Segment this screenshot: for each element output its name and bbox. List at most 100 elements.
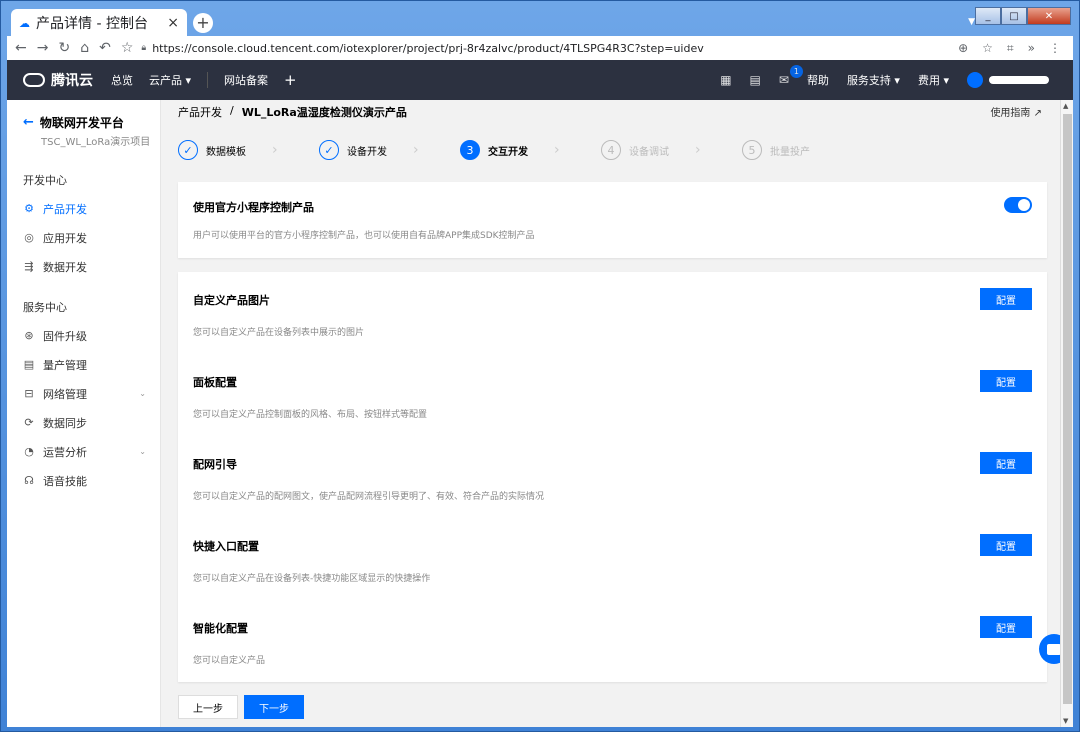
step-label: 设备开发 <box>347 146 387 158</box>
sidebar-item-label: 数据开发 <box>43 260 87 274</box>
chevron-right-icon: › <box>272 142 278 158</box>
new-tab-button[interactable]: + <box>193 13 213 33</box>
bookmark-star-icon[interactable]: ☆ <box>121 40 134 56</box>
step-device-debug[interactable]: 4 设备调试 › <box>601 140 742 160</box>
section-shortcut: 快捷入口配置 您可以自定义产品在设备列表-快捷功能区域显示的快捷操作 配置 <box>193 518 1032 600</box>
crop-icon[interactable]: ⌗ <box>1007 41 1014 56</box>
browser-tab[interactable]: ☁ 产品详情 - 控制台 × <box>11 9 187 37</box>
configure-button[interactable]: 配置 <box>980 616 1032 638</box>
close-tab-icon[interactable]: × <box>167 15 179 31</box>
section-title: 自定义产品图片 <box>193 294 270 307</box>
window-controls: _ □ ✕ <box>975 7 1071 25</box>
config-card: 自定义产品图片 您可以自定义产品在设备列表中展示的图片 配置 面板配置 您可以自… <box>178 272 1047 682</box>
chevron-right-icon: › <box>413 142 419 158</box>
lock-icon: 🔒︎ <box>141 43 147 53</box>
tab-menu-icon[interactable]: ▼ <box>968 17 975 27</box>
sidebar-item-product-dev[interactable]: ⚙ 产品开发 <box>7 194 160 223</box>
step-number: 5 <box>742 140 762 160</box>
step-mass-production[interactable]: 5 批量投产 <box>742 140 883 160</box>
console-header: 腾讯云 总览 云产品 ▾ 网站备案 + ▦ ▤ ✉ 1 帮助 服务支持 ▾ 费用 … <box>7 60 1073 100</box>
mini-program-toggle[interactable] <box>1004 197 1032 213</box>
firmware-icon: ⊛ <box>24 329 34 342</box>
configure-button[interactable]: 配置 <box>980 534 1032 556</box>
scroll-down-icon[interactable]: ▼ <box>1063 717 1068 725</box>
mail-icon[interactable]: ✉ 1 <box>779 65 803 87</box>
page-scrollbar[interactable]: ▲ ▼ <box>1060 100 1073 727</box>
star-icon[interactable]: ☆ <box>982 41 993 56</box>
step-label: 设备调试 <box>629 146 669 158</box>
main-content: 产品开发 / WL_LoRa温湿度检测仪演示产品 使用指南 ↗ ✓ 数据模板 ›… <box>162 100 1060 727</box>
user-menu[interactable] <box>967 72 1049 88</box>
sidebar-item-batch[interactable]: ▤ 量产管理 <box>7 350 160 379</box>
configure-button[interactable]: 配置 <box>980 288 1032 310</box>
gear-icon: ⚙ <box>24 202 34 215</box>
help-link[interactable]: 帮助 <box>807 72 829 88</box>
sidebar-item-analytics[interactable]: ◔ 运营分析 ⌄ <box>7 437 160 466</box>
configure-button[interactable]: 配置 <box>980 370 1032 392</box>
sidebar-item-label: 固件升级 <box>43 329 87 343</box>
step-footer: 上一步 下一步 <box>178 695 304 719</box>
reload-icon[interactable]: ↻ <box>58 40 70 56</box>
back-arrow-icon: ← <box>23 115 34 130</box>
support-menu[interactable]: 服务支持 ▾ <box>847 72 900 88</box>
sidebar-item-firmware[interactable]: ⊛ 固件升级 <box>7 321 160 350</box>
project-name: TSC_WL_LoRa演示项目 <box>41 137 151 148</box>
step-data-template[interactable]: ✓ 数据模板 › <box>178 140 319 160</box>
step-device-dev[interactable]: ✓ 设备开发 › <box>319 140 460 160</box>
mini-program-desc: 用户可以使用平台的官方小程序控制产品，也可以使用自有品牌APP集成SDK控制产品 <box>193 231 535 241</box>
brand-name: 腾讯云 <box>51 73 93 89</box>
group-dev-center: 开发中心 <box>23 174 67 187</box>
step-progress: ✓ 数据模板 › ✓ 设备开发 › 3 交互开发 › 4 设备调试 › 5 批量… <box>178 140 883 160</box>
mini-program-title: 使用官方小程序控制产品 <box>193 201 314 214</box>
guide-link[interactable]: 使用指南 ↗ <box>990 104 1042 119</box>
step-number: 4 <box>601 140 621 160</box>
platform-back-link[interactable]: ← 物联网开发平台 <box>7 100 160 131</box>
section-product-image: 自定义产品图片 您可以自定义产品在设备列表中展示的图片 配置 <box>193 272 1032 354</box>
prev-step-button[interactable]: 上一步 <box>178 695 238 719</box>
document-icon[interactable]: ▤ <box>750 73 761 87</box>
home-icon[interactable]: ⌂ <box>80 40 89 56</box>
address-bar: ← → ↻ ⌂ ↶ ☆ 🔒︎ https://console.cloud.ten… <box>7 36 1073 60</box>
chevron-down-icon: ⌄ <box>139 389 146 398</box>
undo-icon[interactable]: ↶ <box>99 40 111 56</box>
sidebar-item-network[interactable]: ⊟ 网络管理 ⌄ <box>7 379 160 408</box>
sidebar-item-voice[interactable]: ☊ 语音技能 <box>7 466 160 495</box>
scroll-up-icon[interactable]: ▲ <box>1063 102 1068 110</box>
breadcrumb-root[interactable]: 产品开发 <box>178 104 222 120</box>
minimize-button[interactable]: _ <box>975 7 1001 25</box>
sidebar-item-app-dev[interactable]: ◎ 应用开发 <box>7 223 160 252</box>
section-title: 配网引导 <box>193 458 237 471</box>
sync-icon: ⟳ <box>24 416 34 429</box>
next-step-button[interactable]: 下一步 <box>244 695 304 719</box>
username-redacted <box>989 76 1049 84</box>
mini-program-card: 使用官方小程序控制产品 用户可以使用平台的官方小程序控制产品，也可以使用自有品牌… <box>178 182 1047 258</box>
chevrons-icon[interactable]: » <box>1028 41 1035 56</box>
back-icon[interactable]: ← <box>15 40 27 56</box>
cloud-logo-icon <box>23 73 45 87</box>
zoom-icon[interactable]: ⊕ <box>958 41 968 56</box>
configure-button[interactable]: 配置 <box>980 452 1032 474</box>
tab-title: 产品详情 - 控制台 <box>36 16 148 32</box>
menu-dots-icon[interactable]: ⋮ <box>1049 41 1061 56</box>
network-icon: ⊟ <box>24 387 34 400</box>
header-actions: ▦ ▤ ✉ 1 帮助 服务支持 ▾ 费用 ▾ <box>720 65 1073 88</box>
section-title: 面板配置 <box>193 376 237 389</box>
nav-buttons: ← → ↻ ⌂ ↶ ☆ <box>7 40 141 56</box>
scroll-thumb[interactable] <box>1063 114 1072 704</box>
group-service-center: 服务中心 <box>23 301 67 314</box>
forward-icon[interactable]: → <box>37 40 49 56</box>
sidebar-item-data-dev[interactable]: ⇶ 数据开发 <box>7 252 160 281</box>
nav-products[interactable]: 云产品 ▾ <box>149 72 191 88</box>
billing-menu[interactable]: 费用 ▾ <box>918 72 949 88</box>
close-window-button[interactable]: ✕ <box>1027 7 1071 25</box>
sidebar-item-sync[interactable]: ⟳ 数据同步 <box>7 408 160 437</box>
nav-overview[interactable]: 总览 <box>111 72 133 88</box>
step-label: 交互开发 <box>488 146 528 158</box>
maximize-button[interactable]: □ <box>1001 7 1027 25</box>
add-shortcut-button[interactable]: + <box>284 71 297 89</box>
url-field[interactable]: 🔒︎ https://console.cloud.tencent.com/iot… <box>141 42 958 55</box>
nav-icp[interactable]: 网站备案 <box>224 72 268 88</box>
step-interaction-dev[interactable]: 3 交互开发 › <box>460 140 601 160</box>
brand-logo[interactable]: 腾讯云 <box>7 70 111 90</box>
cart-icon[interactable]: ▦ <box>720 73 731 87</box>
